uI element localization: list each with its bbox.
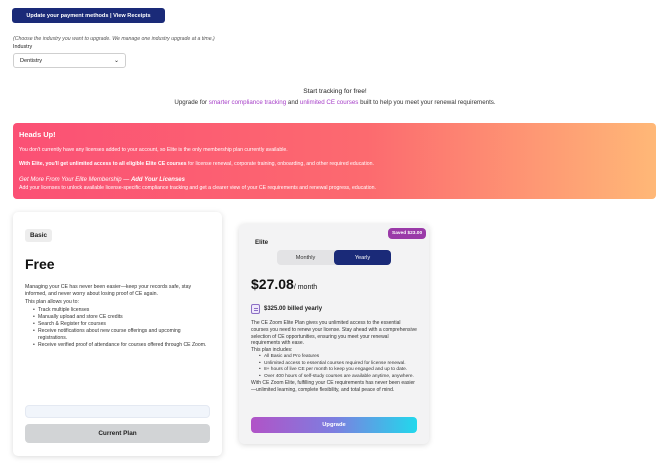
tracking-subtitle: Upgrade for smarter compliance tracking …	[0, 99, 670, 106]
elite-footer-text: With CE Zoom Elite, fulfilling your CE r…	[251, 380, 415, 394]
basic-desc-text: Managing your CE has never been easier—k…	[25, 284, 192, 298]
industry-hint: (Choose the industry you want to upgrade…	[13, 36, 215, 42]
heads-up-banner: Heads Up! You don't currently have any l…	[13, 123, 656, 199]
upgrade-button[interactable]: Upgrade	[251, 417, 417, 433]
saved-badge: Saved $23.00	[388, 228, 427, 239]
chevron-down-icon: ⌄	[113, 58, 119, 64]
elite-access-bold: With Elite, you'll get unlimited access …	[19, 161, 187, 167]
tracking-sub-prefix: Upgrade for	[174, 99, 209, 106]
add-licenses-link[interactable]: Add Your Licenses	[131, 177, 185, 183]
elite-includes-label: This plan includes:	[251, 347, 293, 354]
elite-access-rest: for license renewal, corporate training,…	[186, 161, 374, 167]
list-item: Over 400 hours of self-study courses are…	[259, 374, 419, 381]
monthly-toggle-option[interactable]: Monthly	[277, 250, 334, 265]
list-item: Manually upload and store CE credits	[33, 314, 210, 321]
yearly-toggle-option[interactable]: Yearly	[334, 250, 391, 265]
list-item: Receive verified proof of attendance for…	[33, 342, 210, 349]
heads-up-elite-access: With Elite, you'll get unlimited access …	[19, 161, 650, 167]
basic-empty-field	[25, 405, 210, 418]
billed-yearly-text: $325.00 billed yearly	[264, 306, 323, 312]
basic-allows-label: This plan allows you to:	[25, 298, 79, 305]
unlimited-courses-link[interactable]: unlimited CE courses	[300, 99, 358, 106]
industry-selected-value: Dentistry	[20, 57, 43, 64]
list-item: Receive notifications about new course o…	[33, 328, 210, 342]
elite-description: The CE Zoom Elite Plan gives you unlimit…	[251, 320, 419, 394]
list-item: 8+ hours of live CE per month to keep yo…	[259, 367, 419, 374]
tracking-sub-suffix: built to help you meet your renewal requ…	[358, 99, 496, 106]
current-plan-button[interactable]: Current Plan	[25, 424, 210, 443]
tracking-sub-and: and	[286, 99, 300, 106]
billed-yearly: $325.00 billed yearly	[251, 304, 322, 314]
get-more-prefix: Get More From Your Elite Membership —	[19, 177, 131, 183]
heads-up-get-more: Get More From Your Elite Membership — Ad…	[19, 177, 650, 183]
industry-label: Industry	[13, 44, 33, 50]
basic-price: Free	[25, 256, 55, 272]
elite-price-amount: $27.08	[251, 276, 294, 292]
receipt-icon	[251, 304, 260, 314]
list-item: Track multiple licenses	[33, 307, 210, 314]
list-item: All Basic and Pro features	[259, 354, 419, 361]
basic-features-list: Track multiple licenses Manually upload …	[33, 307, 210, 348]
heads-up-no-licenses: You don't currently have any licenses ad…	[19, 147, 288, 153]
compliance-tracking-link[interactable]: smarter compliance tracking	[209, 99, 286, 106]
update-payment-button[interactable]: Update your payment methods | View Recei…	[12, 8, 165, 23]
heads-up-title: Heads Up!	[19, 130, 56, 139]
elite-desc-text: The CE Zoom Elite Plan gives you unlimit…	[251, 320, 417, 347]
basic-description: Managing your CE has never been easier—k…	[25, 284, 210, 349]
elite-price: $27.08/ month	[251, 276, 317, 292]
basic-badge: Basic	[25, 229, 53, 242]
elite-plan-card: Saved $23.00 Elite Monthly Yearly $27.08…	[239, 224, 429, 444]
elite-price-period: / month	[293, 284, 318, 291]
billing-toggle: Monthly Yearly	[277, 250, 391, 265]
list-item: Search & Register for courses	[33, 321, 210, 328]
elite-features-list: All Basic and Pro features Unlimited acc…	[259, 354, 419, 380]
basic-plan-card: Basic Free Managing your CE has never be…	[13, 212, 222, 456]
industry-select[interactable]: Dentistry ⌄	[13, 53, 126, 68]
elite-plan-name: Elite	[255, 239, 269, 246]
tracking-title: Start tracking for free!	[303, 88, 367, 95]
heads-up-add-licenses: Add your licenses to unlock available li…	[19, 185, 376, 191]
